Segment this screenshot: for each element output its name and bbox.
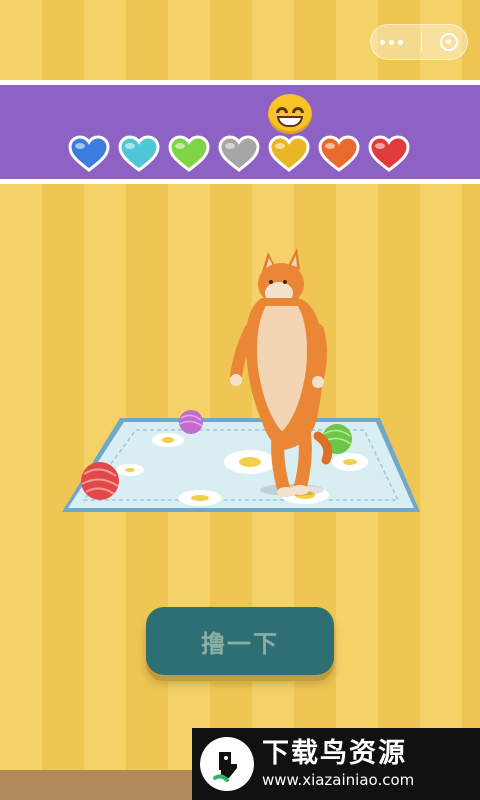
mood-bar — [0, 80, 480, 184]
watermark-banner: 下载鸟资源 www.xiazainiao.com — [192, 728, 480, 800]
target-close-icon[interactable] — [440, 33, 458, 51]
green-heart-icon — [168, 135, 210, 172]
grinning-face-icon — [268, 94, 312, 134]
pet-cat-button[interactable]: 撸一下 — [146, 607, 334, 675]
orange-heart-icon — [318, 135, 360, 172]
mini-program-capsule — [370, 24, 468, 60]
red-heart-icon — [368, 135, 410, 172]
yellow-heart-icon — [268, 135, 310, 172]
watermark-title: 下载鸟资源 — [262, 738, 407, 769]
capsule-divider — [421, 33, 422, 51]
blue-heart-icon — [68, 135, 110, 172]
mood-hearts — [68, 135, 410, 173]
bird-logo-icon — [200, 737, 254, 791]
watermark-url: www.xiazainiao.com — [262, 771, 415, 789]
purple-yarn-ball — [179, 410, 203, 434]
gray-heart-icon — [218, 135, 260, 172]
more-dots-icon[interactable] — [380, 39, 403, 45]
cyan-heart-icon — [118, 135, 160, 172]
rug — [62, 418, 420, 512]
red-yarn-ball — [81, 462, 119, 500]
game-scene — [62, 248, 420, 512]
